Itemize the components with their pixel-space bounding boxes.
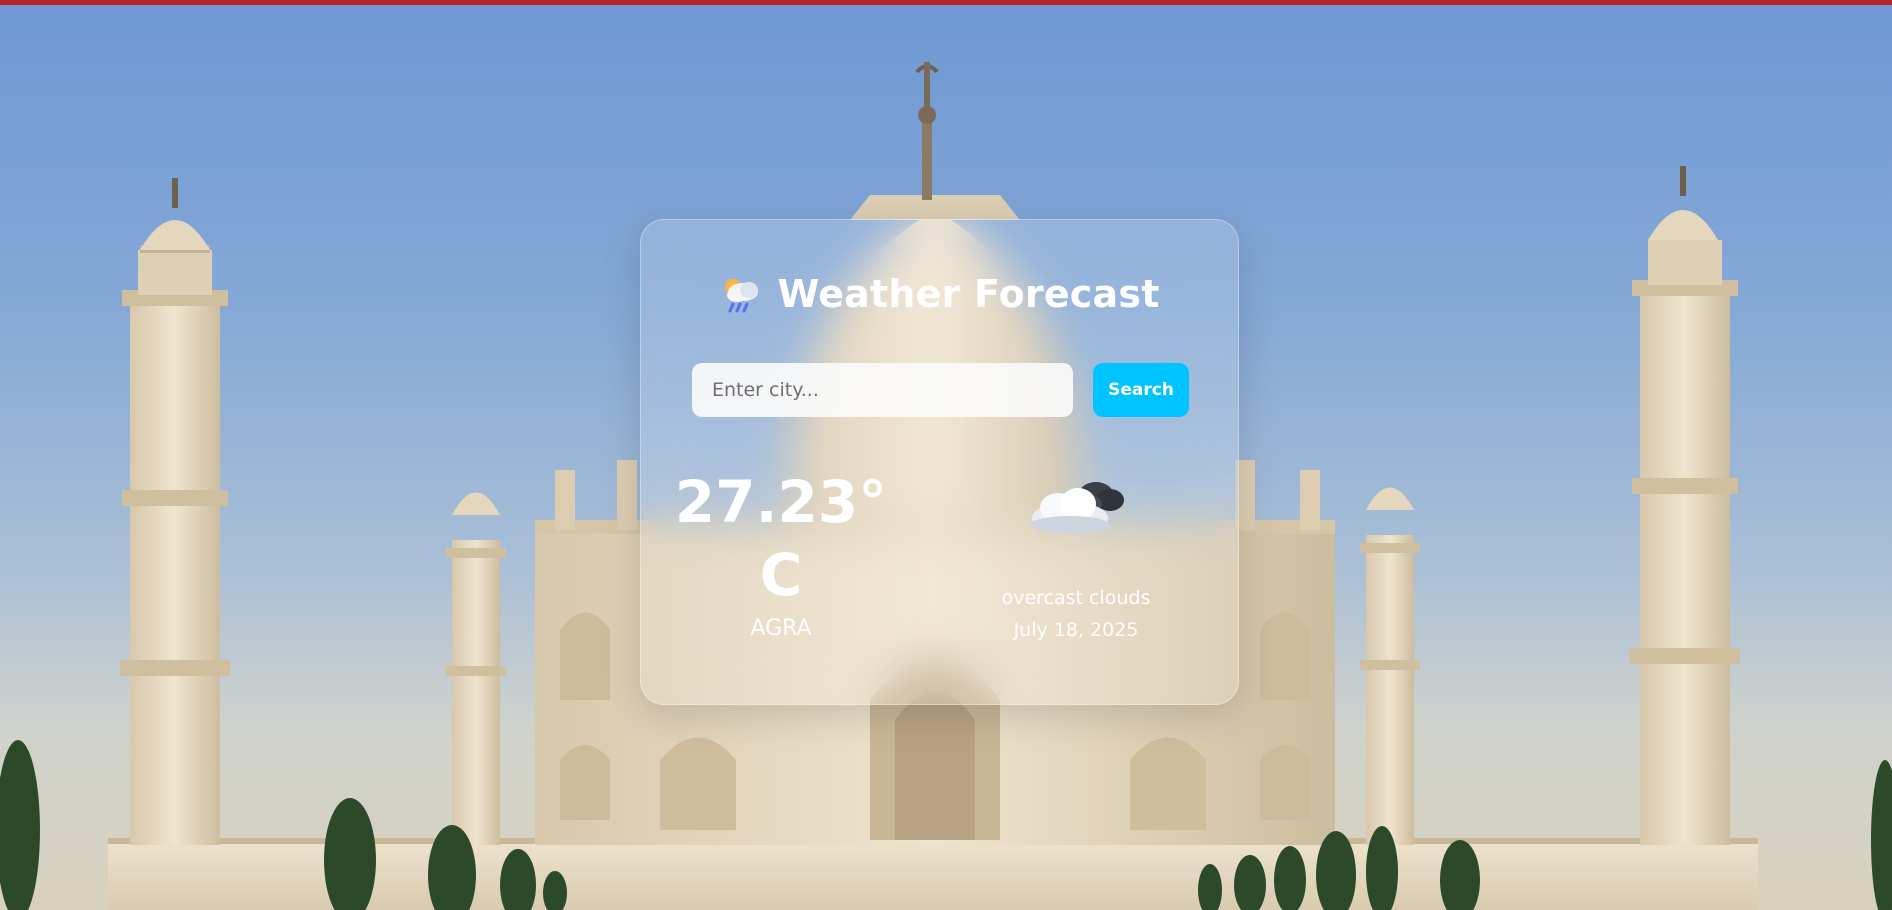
cloud-sun-rain-icon <box>725 279 759 313</box>
condition-block: overcast clouds July 18, 2025 <box>971 470 1181 641</box>
weather-card: Weather Forecast Search 27.23° C AGRA ov… <box>640 219 1239 705</box>
date-text: July 18, 2025 <box>1013 619 1139 641</box>
weather-app: Weather Forecast Search 27.23° C AGRA ov… <box>0 0 1892 910</box>
temperature-block: 27.23° C AGRA <box>671 466 891 641</box>
city-search-input[interactable] <box>692 363 1073 417</box>
condition-text: overcast clouds <box>1001 587 1151 609</box>
city-name: AGRA <box>750 616 812 641</box>
temperature-value: 27.23° C <box>674 468 888 609</box>
app-title: Weather Forecast <box>777 272 1160 316</box>
search-button[interactable]: Search <box>1093 363 1189 417</box>
card-header: Weather Forecast <box>641 272 1238 316</box>
overcast-clouds-icon <box>1030 482 1124 534</box>
